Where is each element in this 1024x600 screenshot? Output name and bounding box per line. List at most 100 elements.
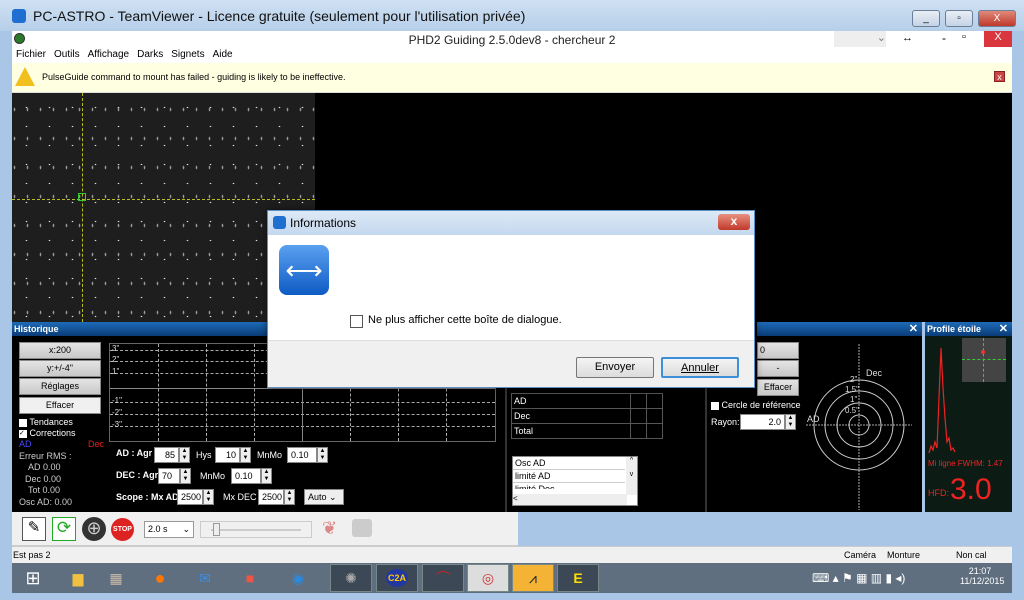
vertical-scrollbar[interactable]: ^ v [626, 457, 637, 495]
pencil-loop-icon[interactable]: ✎ [22, 517, 46, 541]
target-scale-dropdown[interactable]: 0 [757, 342, 799, 359]
target-close-button[interactable]: ✕ [909, 322, 918, 336]
phd-maximize-button[interactable]: ▫ [962, 31, 966, 43]
ra-agr-label: AD : Agr [116, 448, 153, 458]
curve-app-icon[interactable]: ⌒ [422, 564, 464, 592]
ra-agr-spinner[interactable]: ▲ ▼ [179, 447, 190, 463]
minimize-button[interactable]: _ [912, 10, 940, 27]
dec-agr-input[interactable]: 70 [158, 468, 180, 484]
menu-darks[interactable]: Darks [137, 49, 163, 60]
close-button[interactable]: X [978, 10, 1016, 27]
star-app-icon[interactable]: ✺ [330, 564, 372, 592]
menu-outils[interactable]: Outils [54, 49, 80, 60]
radius-input[interactable]: 2.0 [740, 414, 785, 430]
phd-taskbar-icon[interactable]: ◎ [467, 564, 509, 592]
profile-title: Profile étoile ✕ [925, 322, 1012, 336]
dont-show-checkbox[interactable] [350, 315, 363, 328]
rms-dec: Dec 0.00 [25, 474, 62, 484]
profile-close-button[interactable]: ✕ [999, 322, 1008, 336]
star-profile-panel: Profile étoile ✕ Mi ligne FWHM: 1.47 HFD:… [925, 322, 1012, 512]
y-tick-label: -1" [112, 396, 122, 405]
e-app-icon[interactable]: E [557, 564, 599, 592]
send-button[interactable]: Envoyer [576, 357, 654, 378]
fwhm-readout: Mi ligne FWHM: 1.47 [928, 459, 1003, 468]
target-zoom-out-button[interactable]: - [757, 360, 799, 377]
hys-input[interactable]: 10 [215, 447, 240, 463]
cancel-button[interactable]: Annuler [661, 357, 739, 378]
maximize-button[interactable]: ▫ [945, 10, 973, 27]
scope-label: Scope : Mx AD [116, 492, 179, 502]
ref-circle-checkbox[interactable] [711, 401, 719, 410]
menu-affichage[interactable]: Affichage [88, 49, 130, 60]
dec-mnmo-input[interactable]: 0.10 [231, 468, 261, 484]
mode-dropdown[interactable]: Auto ⌄ [304, 489, 344, 505]
mail-icon[interactable]: ✉ [184, 564, 226, 592]
firefox-icon[interactable]: ● [139, 564, 181, 592]
clock[interactable]: 21:07 11/12/2015 [960, 566, 1004, 586]
ra-legend: AD [19, 439, 32, 449]
dec-agr-spinner[interactable]: ▲ ▼ [180, 468, 191, 484]
phd-minimize-button[interactable]: - [942, 31, 946, 45]
people-icon[interactable]: ■ [229, 564, 271, 592]
ra-mnmo-input[interactable]: 0.10 [287, 447, 317, 463]
row-label: Dec [511, 408, 631, 424]
horizontal-scrollbar[interactable]: < [513, 494, 627, 505]
dec-legend: Dec [88, 439, 105, 449]
start-button[interactable]: ⊞ [12, 564, 54, 592]
y-tick-label: 3" [112, 344, 120, 353]
phd-close-button[interactable]: X [984, 31, 1012, 47]
menu-signets[interactable]: Signets [171, 49, 204, 60]
dialog-close-button[interactable]: x [718, 214, 750, 230]
exposure-dropdown[interactable]: 2.0 s ⌄ [144, 521, 194, 538]
max-dec-input[interactable]: 2500 [258, 489, 284, 505]
teamviewer-icon [273, 216, 286, 229]
loop-icon[interactable]: ⟳ [52, 517, 76, 541]
ra-agr-input[interactable]: 85 [154, 447, 179, 463]
guide-crosshair-icon[interactable]: ⊕ [82, 517, 106, 541]
teamviewer-taskbar-icon[interactable]: ◉ [277, 564, 319, 592]
list-item: limité Dec [515, 484, 555, 489]
settings-dropdown[interactable]: Réglages [19, 378, 101, 395]
dec-mnmo-spinner[interactable]: ▲ ▼ [261, 468, 272, 484]
stop-icon[interactable]: STOP [111, 518, 134, 541]
status-bar: Est pas 2 Caméra Monture Non cal [12, 546, 1012, 563]
hys-label: Hys [196, 450, 212, 460]
menu-fichier[interactable]: Fichier [16, 49, 46, 60]
app-icon[interactable]: ▦ [95, 564, 137, 592]
hys-spinner[interactable]: ▲ ▼ [240, 447, 251, 463]
teamviewer-titlebar: PC-ASTRO - TeamViewer - Licence gratuite… [0, 0, 1024, 31]
ra-mnmo-spinner[interactable]: ▲ ▼ [317, 447, 328, 463]
x-scale-dropdown[interactable]: x:200 [19, 342, 101, 359]
max-ra-spinner[interactable]: ▲ ▼ [203, 489, 214, 505]
mount-status: Monture [887, 550, 921, 560]
radius-spinner[interactable]: ▲ ▼ [785, 414, 796, 430]
main-toolbar: ✎ ⟳ ⊕ STOP 2.0 s ⌄ ❦ [12, 512, 518, 546]
ring-label: 1.5" [845, 385, 859, 394]
brain-icon[interactable]: ❦ [322, 518, 337, 539]
information-dialog: Informations x ⟷ Ne plus afficher cette … [267, 210, 755, 388]
dec-agr-label: DEC : Agr [116, 470, 159, 480]
teamviewer-toolbar-toggle[interactable]: ⌄ [834, 31, 886, 47]
dialog-titlebar: Informations x [268, 211, 754, 235]
y-tick-label: 1" [112, 367, 120, 376]
c2a-icon[interactable]: C2A [376, 564, 418, 592]
resize-icon[interactable]: ↔ [902, 32, 913, 44]
target-clear-button[interactable]: Effacer [757, 379, 799, 396]
warning-close-button[interactable]: x [994, 71, 1005, 82]
menu-aide[interactable]: Aide [213, 49, 233, 60]
y-scale-dropdown[interactable]: y:+/-4" [19, 360, 101, 377]
camera-settings-icon[interactable] [352, 519, 372, 537]
stats-table: AD Dec Total [511, 393, 664, 439]
clear-button[interactable]: Effacer [19, 397, 101, 414]
corrections-checkbox[interactable]: ✓ [19, 429, 27, 438]
trends-checkbox[interactable] [19, 418, 27, 427]
system-tray-icons[interactable]: ⌨ ▴ ⚑ ▦ ▥ ▮ ◂) [812, 571, 905, 585]
max-ra-input[interactable]: 2500 [177, 489, 203, 505]
file-explorer-icon[interactable]: ▆ [57, 564, 99, 592]
table-row: Dec [511, 408, 664, 424]
astro-app-icon[interactable]: ⩘ [512, 564, 554, 592]
gamma-slider[interactable] [200, 521, 312, 538]
max-dec-spinner[interactable]: ▲ ▼ [284, 489, 295, 505]
stats-list[interactable]: Osc AD limité AD limité Dec ^ v < [512, 456, 638, 506]
y-tick-label: -2" [112, 408, 122, 417]
